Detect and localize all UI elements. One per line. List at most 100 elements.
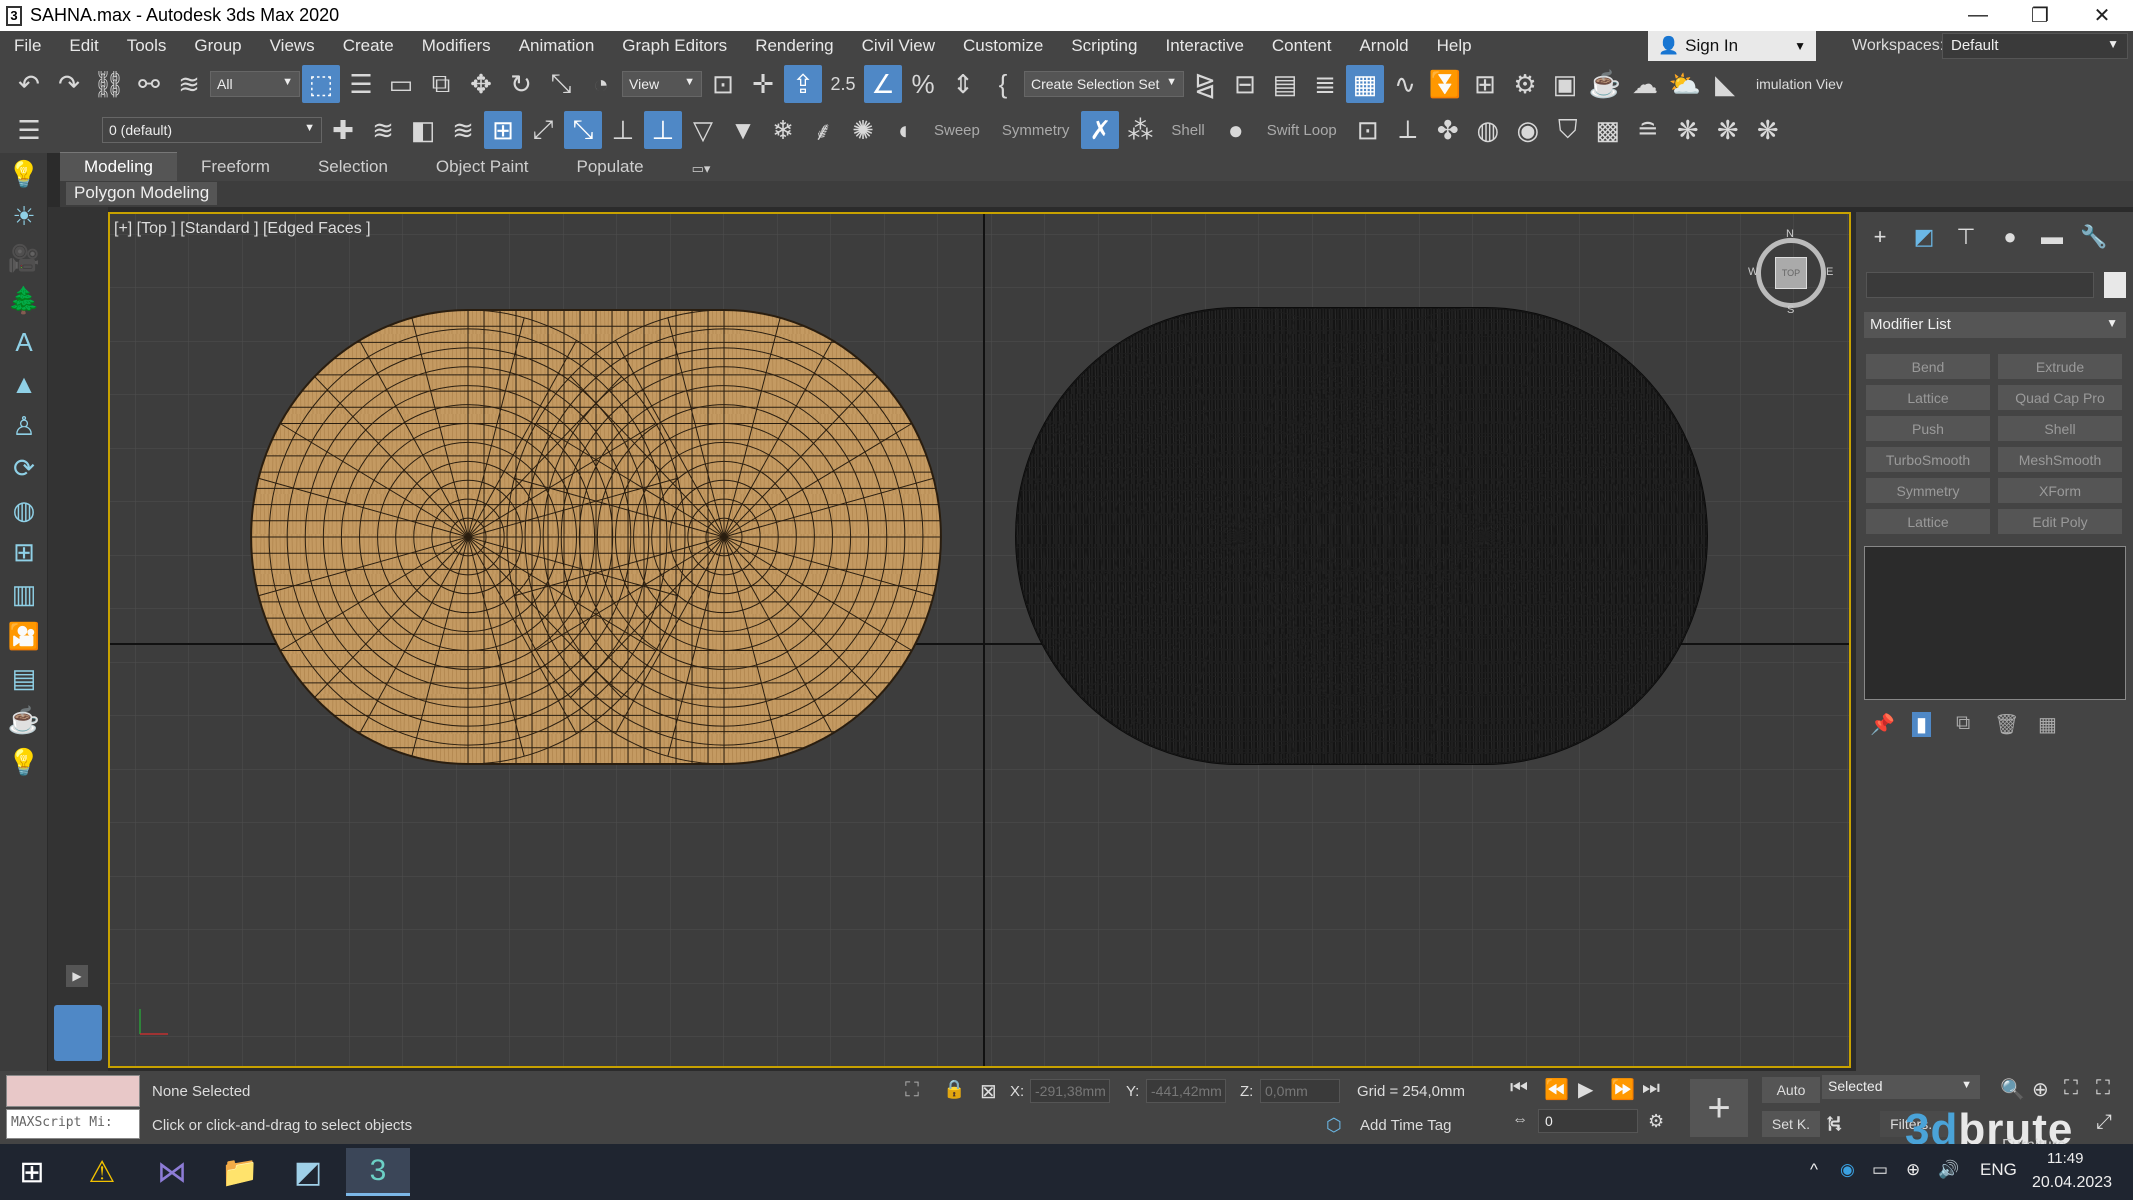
modifier-quad-cap-pro-button[interactable]: Quad Cap Pro [1998,385,2122,410]
tab-populate[interactable]: Populate [553,153,668,181]
tray-edge-icon[interactable]: ◉ [1840,1160,1855,1180]
open-render-icon[interactable]: ◣ [1706,65,1744,103]
connect-icon[interactable]: ⟂ [1389,111,1427,149]
make-unique-icon[interactable]: ⧉ [1956,712,1970,735]
stack-icon[interactable]: ≘ [1629,111,1667,149]
expand-arrow-icon[interactable]: ▶ [66,965,88,987]
hierarchy-tab-icon[interactable]: ⊤ [1948,222,1984,252]
maxscript-listener-output[interactable] [6,1075,140,1107]
close-button[interactable]: ✕ [2071,0,2133,31]
menu-modifiers[interactable]: Modifiers [408,36,505,56]
windows-start-icon[interactable]: ⊞ [0,1148,64,1196]
key-selection-select[interactable]: Selected ▼ [1822,1075,1980,1099]
menu-scripting[interactable]: Scripting [1057,36,1151,56]
perpendicular-snap-icon[interactable]: ▽ [684,111,722,149]
previous-frame-icon[interactable]: ⏪ [1544,1077,1569,1102]
menu-content[interactable]: Content [1258,36,1346,56]
panel-icon[interactable]: ▤ [0,657,48,699]
time-configuration-icon[interactable]: ⚙ [1648,1111,1664,1132]
zoom-extents-all-icon[interactable]: ⛶ [2096,1077,2110,1100]
schematic-view-icon[interactable]: ⏬ [1426,65,1464,103]
teapot-icon[interactable]: ☕ [0,699,48,741]
utilities-tab-icon[interactable]: 🔧 [2076,222,2112,252]
face-snap-icon[interactable]: ⊥ [604,111,642,149]
bind-space-warp-icon[interactable]: ≋ [170,65,208,103]
select-manipulate-icon[interactable]: ✛ [744,65,782,103]
modifier-list-select[interactable]: Modifier List ▼ [1864,312,2126,338]
reference-coordinate-select[interactable]: View ▼ [622,71,702,97]
display-tab-icon[interactable]: ▬ [2034,222,2070,252]
zoom-extents-icon[interactable]: ⛶ [2064,1077,2078,1100]
pivot-snap-icon[interactable]: ⊥ [644,111,682,149]
spinner-snap-icon[interactable]: ⇕ [944,65,982,103]
tree-icon[interactable]: 🌲 [0,279,48,321]
modifier-stack[interactable] [1864,546,2126,700]
pin-stack-icon[interactable]: 📌 [1870,712,1895,737]
toggle-ribbon-icon[interactable]: ≣ [1306,65,1344,103]
tangent-snap-icon[interactable]: ▼ [724,111,762,149]
polygon-modeling-panel[interactable]: Polygon Modeling [66,182,218,205]
particle-icon[interactable]: ❋ [1669,111,1707,149]
menu-group[interactable]: Group [180,36,255,56]
scene-explorer-icon[interactable]: ▦ [1346,65,1384,103]
globe-icon[interactable]: ◍ [0,489,48,531]
clock-time[interactable]: 11:49 [2047,1150,2083,1167]
relax-icon[interactable]: ◖ [884,111,922,149]
viewport-layout-button[interactable] [54,1005,102,1061]
add-time-tag-button[interactable]: Add Time Tag [1360,1117,1451,1134]
scatter-icon[interactable]: ⁂ [1121,111,1159,149]
modifier-edit-poly-button[interactable]: Edit Poly [1998,509,2122,534]
sign-in-dropdown[interactable]: 👤 Sign In ▼ [1648,31,1816,61]
clock-date[interactable]: 20.04.2023 [2032,1174,2112,1192]
menu-interactive[interactable]: Interactive [1151,36,1257,56]
figure-icon[interactable]: ♙ [0,405,48,447]
ribbon-options-icon[interactable]: ▭▾ [668,157,735,181]
cone-icon[interactable]: ▲ [0,363,48,405]
select-by-name-icon[interactable]: ☰ [342,65,380,103]
render-cloud-icon[interactable]: ⛅ [1666,65,1704,103]
lightbulb-icon[interactable]: 💡 [0,153,48,195]
y-coordinate-field[interactable]: -441,42mm [1146,1079,1226,1103]
redo-icon[interactable]: ↷ [50,65,88,103]
sun-icon[interactable]: ☀ [0,195,48,237]
viewcube[interactable]: TOP N S W E [1748,228,1833,316]
particle3-icon[interactable]: ❋ [1749,111,1787,149]
sweep-button[interactable]: Sweep [924,122,990,139]
add-to-layer-icon[interactable]: ≋ [364,111,402,149]
menu-customize[interactable]: Customize [949,36,1057,56]
render-iterative-icon[interactable]: ☁ [1626,65,1664,103]
mirror-icon[interactable]: ⧎ [1186,65,1224,103]
time-config-arrows-icon[interactable]: ⇔ [1512,1111,1528,1129]
modifier-lattice-button[interactable]: Lattice [1866,385,1990,410]
modifier-shell-button[interactable]: Shell [1998,416,2122,441]
placement-icon[interactable]: ◔ [582,65,620,103]
camera-icon[interactable]: 🎥 [0,237,48,279]
scale-icon[interactable]: ⤡ [542,65,580,103]
create-tab-icon[interactable]: + [1862,222,1898,252]
menu-graph-editors[interactable]: Graph Editors [608,36,741,56]
viewport-label[interactable]: [+] [Top ] [Standard ] [Edged Faces ] [114,220,371,238]
tree-icon[interactable]: ✤ [1429,111,1467,149]
swift-loop-button[interactable]: Swift Loop [1257,122,1347,139]
refresh-icon[interactable]: ⟳ [0,447,48,489]
modifier-extrude-button[interactable]: Extrude [1998,354,2122,379]
named-selection-icon[interactable]: { [984,65,1022,103]
vertex-snap-icon[interactable]: ⤢ [524,111,562,149]
menu-rendering[interactable]: Rendering [741,36,847,56]
absolute-mode-icon[interactable]: ⊠ [980,1079,997,1104]
render-setup-icon[interactable]: ⚙ [1506,65,1544,103]
layer-manager-icon[interactable]: ☰ [10,111,48,149]
snaps-toggle-icon[interactable]: 2.5 [824,65,862,103]
key-filters-icon[interactable]: ⛕ [1826,1111,1842,1140]
z-coordinate-field[interactable]: 0,0mm [1260,1079,1340,1103]
align-icon[interactable]: ⊟ [1226,65,1264,103]
next-frame-icon[interactable]: ⏩ [1610,1077,1635,1102]
modify-tab-icon[interactable]: ◩ [1906,222,1942,252]
modifier-lattice2-button[interactable]: Lattice [1866,509,1990,534]
isolate-selection-icon[interactable]: ⛶ [905,1079,919,1102]
keyboard-shortcut-override-icon[interactable]: ⇪ [784,65,822,103]
maxscript-mini-listener[interactable]: MAXScript Mi: [6,1109,140,1139]
material-editor-icon[interactable]: ⊞ [1466,65,1504,103]
select-object-icon[interactable]: ⬚ [302,65,340,103]
autocad-icon[interactable]: ⚠ [70,1148,134,1196]
